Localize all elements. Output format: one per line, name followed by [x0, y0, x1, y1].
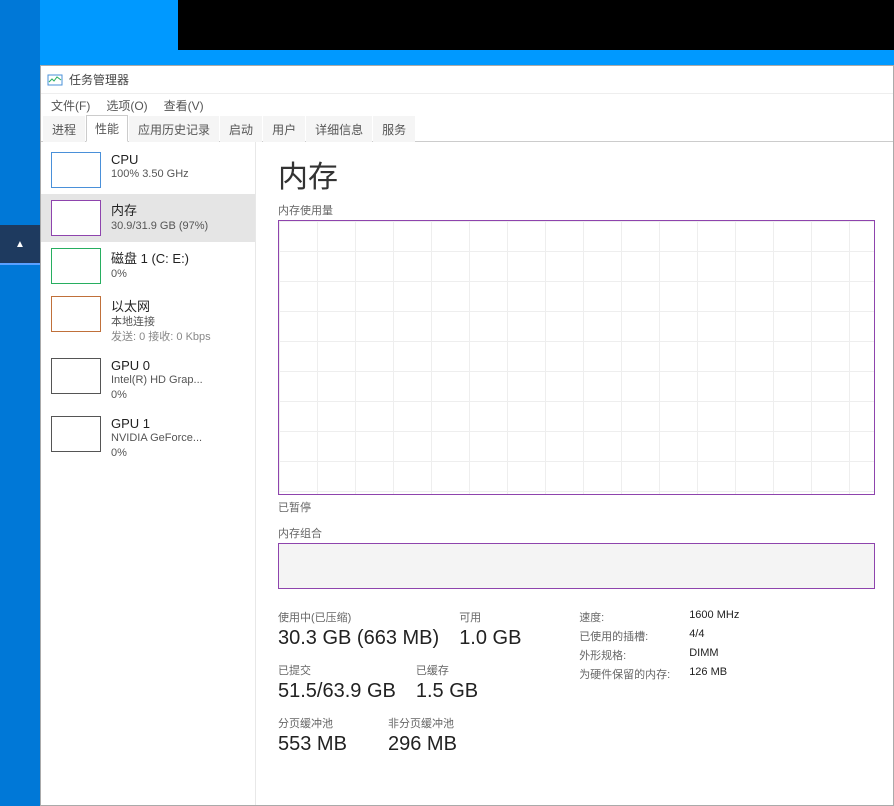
nonpaged-label: 非分页缓冲池 — [388, 715, 478, 731]
body: CPU 100% 3.50 GHz 内存 30.9/31.9 GB (97%) … — [41, 142, 893, 805]
memory-usage-graph[interactable] — [278, 220, 875, 495]
tab-app-history[interactable]: 应用历史记录 — [129, 116, 219, 142]
paused-label: 已暂停 — [278, 499, 875, 515]
available-label: 可用 — [459, 609, 549, 625]
slots-value: 4/4 — [689, 628, 704, 644]
sidebar-item-disk[interactable]: 磁盘 1 (C: E:) 0% — [41, 242, 255, 290]
sidebar-cpu-sub: 100% 3.50 GHz — [111, 167, 245, 182]
sidebar-item-gpu0[interactable]: GPU 0 Intel(R) HD Grap... 0% — [41, 352, 255, 410]
sidebar-gpu0-title: GPU 0 — [111, 358, 245, 373]
sidebar-gpu1-sub2: 0% — [111, 446, 245, 461]
available-value: 1.0 GB — [459, 627, 549, 650]
main-panel: 内存 内存使用量 已暂停 内存组合 使用中(已压缩) 30.3 GB (663 … — [256, 142, 893, 805]
menu-view[interactable]: 查看(V) — [158, 95, 210, 116]
tabbar: 进程 性能 应用历史记录 启动 用户 详细信息 服务 — [41, 116, 893, 142]
gpu0-thumb-icon — [51, 358, 101, 394]
taskbar-app-icon[interactable]: ▲ — [0, 225, 40, 265]
sidebar-gpu1-title: GPU 1 — [111, 416, 245, 431]
sidebar-item-memory[interactable]: 内存 30.9/31.9 GB (97%) — [41, 194, 255, 242]
sidebar: CPU 100% 3.50 GHz 内存 30.9/31.9 GB (97%) … — [41, 142, 256, 805]
memory-thumb-icon — [51, 200, 101, 236]
sidebar-eth-sub2: 发送: 0 接收: 0 Kbps — [111, 330, 245, 345]
memory-composition-graph[interactable] — [278, 543, 875, 589]
sidebar-mem-title: 内存 — [111, 200, 245, 219]
sidebar-disk-title: 磁盘 1 (C: E:) — [111, 248, 245, 267]
menubar: 文件(F) 选项(O) 查看(V) — [41, 94, 893, 116]
nonpaged-value: 296 MB — [388, 733, 478, 756]
sidebar-item-gpu1[interactable]: GPU 1 NVIDIA GeForce... 0% — [41, 410, 255, 468]
speed-value: 1600 MHz — [689, 609, 739, 625]
tab-services[interactable]: 服务 — [373, 116, 415, 142]
committed-label: 已提交 — [278, 662, 396, 678]
sidebar-gpu0-sub1: Intel(R) HD Grap... — [111, 373, 245, 388]
sidebar-cpu-title: CPU — [111, 152, 245, 167]
paged-label: 分页缓冲池 — [278, 715, 368, 731]
sidebar-item-cpu[interactable]: CPU 100% 3.50 GHz — [41, 146, 255, 194]
disk-thumb-icon — [51, 248, 101, 284]
committed-value: 51.5/63.9 GB — [278, 680, 396, 703]
usage-graph-label: 内存使用量 — [278, 202, 875, 218]
sidebar-gpu1-sub1: NVIDIA GeForce... — [111, 431, 245, 446]
in-use-label: 使用中(已压缩) — [278, 609, 439, 625]
gpu1-thumb-icon — [51, 416, 101, 452]
slots-key: 已使用的插槽: — [579, 628, 689, 644]
form-value: DIMM — [689, 647, 718, 663]
tab-users[interactable]: 用户 — [263, 116, 305, 142]
stats-area: 使用中(已压缩) 30.3 GB (663 MB) 可用 1.0 GB 已提交 … — [278, 609, 875, 756]
sidebar-eth-title: 以太网 — [111, 296, 245, 315]
task-manager-window: 任务管理器 文件(F) 选项(O) 查看(V) 进程 性能 应用历史记录 启动 … — [40, 65, 894, 806]
form-key: 外形规格: — [579, 647, 689, 663]
speed-key: 速度: — [579, 609, 689, 625]
reserved-value: 126 MB — [689, 666, 727, 682]
cpu-thumb-icon — [51, 152, 101, 188]
sidebar-item-ethernet[interactable]: 以太网 本地连接 发送: 0 接收: 0 Kbps — [41, 290, 255, 352]
paged-value: 553 MB — [278, 733, 368, 756]
in-use-value: 30.3 GB (663 MB) — [278, 627, 439, 650]
page-title: 内存 — [278, 152, 875, 196]
stats-right: 速度: 1600 MHz 已使用的插槽: 4/4 外形规格: DIMM 为硬件保… — [579, 609, 739, 682]
tab-processes[interactable]: 进程 — [43, 116, 85, 142]
titlebar[interactable]: 任务管理器 — [41, 66, 893, 94]
sidebar-eth-sub1: 本地连接 — [111, 315, 245, 330]
cached-value: 1.5 GB — [416, 680, 506, 703]
desktop-blue-stripe — [40, 0, 894, 65]
cached-label: 已缓存 — [416, 662, 506, 678]
sidebar-disk-sub: 0% — [111, 267, 245, 282]
tab-performance[interactable]: 性能 — [86, 115, 128, 142]
sidebar-gpu0-sub2: 0% — [111, 388, 245, 403]
ethernet-thumb-icon — [51, 296, 101, 332]
tab-startup[interactable]: 启动 — [220, 116, 262, 142]
stats-left: 使用中(已压缩) 30.3 GB (663 MB) 可用 1.0 GB 已提交 … — [278, 609, 549, 756]
reserved-key: 为硬件保留的内存: — [579, 666, 689, 682]
menu-file[interactable]: 文件(F) — [45, 95, 96, 116]
app-icon — [47, 72, 63, 88]
window-title: 任务管理器 — [69, 71, 129, 88]
composition-label: 内存组合 — [278, 525, 875, 541]
sidebar-mem-sub: 30.9/31.9 GB (97%) — [111, 219, 245, 234]
desktop-left-bar — [0, 0, 40, 806]
menu-options[interactable]: 选项(O) — [100, 95, 153, 116]
tab-details[interactable]: 详细信息 — [306, 116, 372, 142]
